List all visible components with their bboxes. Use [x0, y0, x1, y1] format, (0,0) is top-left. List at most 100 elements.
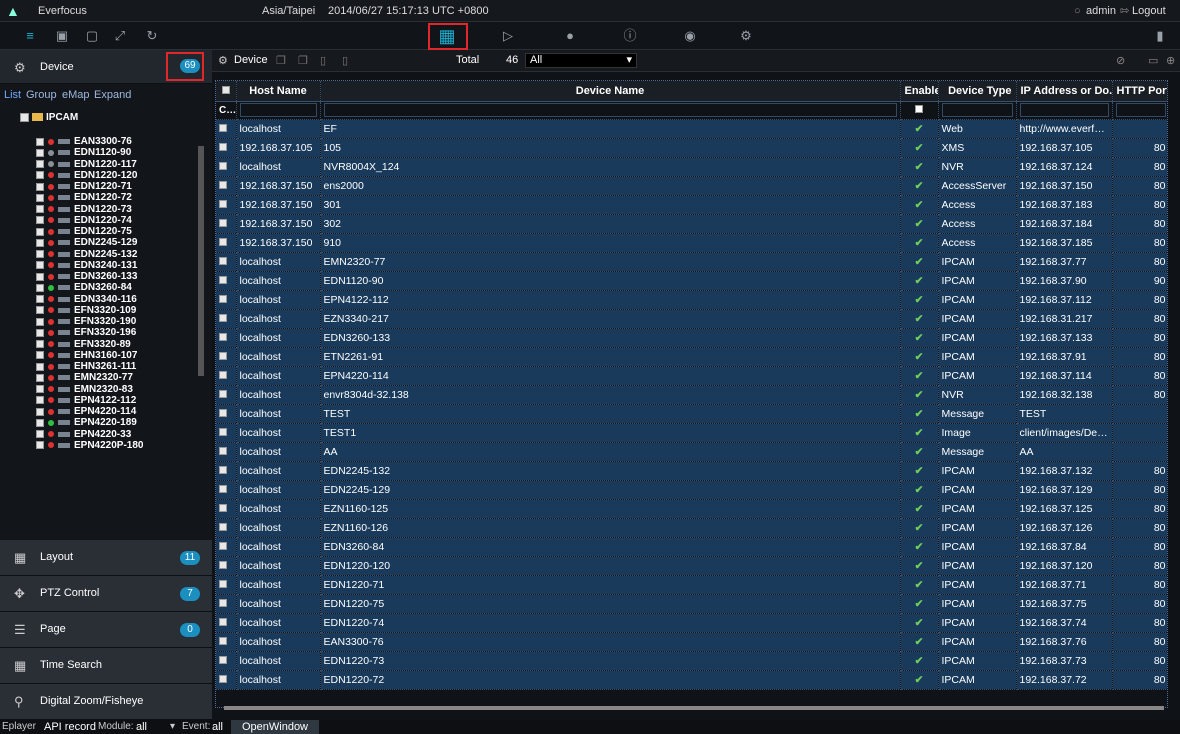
checkbox[interactable]: [36, 250, 44, 259]
checkbox[interactable]: [36, 441, 44, 450]
row-checkbox[interactable]: [216, 499, 237, 519]
tree-item[interactable]: EPN4220P-180: [36, 440, 196, 451]
tree-item[interactable]: EPN4220-33: [36, 429, 196, 440]
enable-check-icon[interactable]: ✔: [900, 366, 939, 386]
enable-check-icon[interactable]: ✔: [900, 670, 939, 690]
tree-item[interactable]: EDN3260-84: [36, 282, 196, 293]
toggle-icon[interactable]: ▮: [1150, 26, 1170, 46]
logout-link[interactable]: Logout: [1132, 0, 1166, 22]
tree-item[interactable]: EDN1220-74: [36, 215, 196, 226]
table-row[interactable]: 192.168.37.150 301 ✔ Access 192.168.37.183 80: [216, 195, 1167, 215]
table-row[interactable]: localhost EPN4122-112 ✔ IPCAM 192.168.37.112…: [216, 290, 1167, 310]
tree-item[interactable]: EPN4122-112: [36, 395, 196, 406]
checkbox[interactable]: [219, 522, 227, 531]
table-row[interactable]: localhost envr8304d-32.138 ✔ NVR 192.168.32.…: [216, 385, 1167, 405]
row-checkbox[interactable]: [216, 537, 237, 557]
row-checkbox[interactable]: [216, 594, 237, 614]
row-checkbox[interactable]: [216, 385, 237, 405]
checkbox[interactable]: [36, 430, 44, 439]
enable-check-icon[interactable]: ✔: [900, 632, 939, 652]
col-http-port[interactable]: HTTP Port: [1112, 81, 1167, 102]
checkbox[interactable]: [36, 182, 44, 191]
col-host-name[interactable]: Host Name: [236, 81, 321, 102]
row-checkbox[interactable]: [216, 233, 237, 253]
import-icon[interactable]: ▯: [320, 54, 326, 67]
copy-icon[interactable]: ❐: [276, 54, 286, 67]
filter-device-name[interactable]: [320, 101, 901, 120]
row-checkbox[interactable]: [216, 119, 237, 139]
playback-icon[interactable]: ▷: [498, 26, 518, 46]
tree-root-ipcam[interactable]: IPCAM: [20, 110, 78, 124]
add-icon[interactable]: ⊕: [1166, 54, 1175, 67]
checkbox[interactable]: [219, 408, 227, 417]
filter-ip-address[interactable]: [1016, 101, 1113, 120]
table-row[interactable]: localhost EAN3300-76 ✔ IPCAM 192.168.37.76 80: [216, 632, 1167, 652]
enable-check-icon[interactable]: ✔: [900, 233, 939, 253]
tab-expand[interactable]: Expand: [94, 89, 131, 101]
checkbox[interactable]: [36, 193, 44, 202]
checkbox[interactable]: [36, 205, 44, 214]
enable-check-icon[interactable]: ✔: [900, 385, 939, 405]
table-row[interactable]: localhost EDN2245-132 ✔ IPCAM 192.168.37.132…: [216, 461, 1167, 481]
checkbox[interactable]: [36, 148, 44, 157]
module-select[interactable]: all: [136, 721, 147, 733]
tree-item[interactable]: EDN1120-90: [36, 147, 196, 158]
checkbox[interactable]: [219, 180, 227, 189]
tab-group[interactable]: Group: [26, 89, 57, 101]
tree-item[interactable]: EMN2320-83: [36, 384, 196, 395]
target-icon[interactable]: ◉: [680, 26, 700, 46]
checkbox[interactable]: [219, 275, 227, 284]
enable-check-icon[interactable]: ✔: [900, 138, 939, 158]
row-checkbox[interactable]: [216, 138, 237, 158]
checkbox[interactable]: [36, 283, 44, 292]
filter-device-type[interactable]: [938, 101, 1017, 120]
checkbox[interactable]: [36, 238, 44, 247]
row-checkbox[interactable]: [216, 176, 237, 196]
menu-list-icon[interactable]: ≡: [20, 26, 40, 46]
row-checkbox[interactable]: [216, 670, 237, 690]
enable-check-icon[interactable]: ✔: [900, 404, 939, 424]
table-row[interactable]: localhost TEST ✔ Message TEST: [216, 404, 1167, 424]
checkbox[interactable]: [36, 396, 44, 405]
table-row[interactable]: 192.168.37.150 ens2000 ✔ AccessServer 192.16…: [216, 176, 1167, 196]
checkbox[interactable]: [219, 332, 227, 341]
row-checkbox[interactable]: [216, 632, 237, 652]
checkbox[interactable]: [219, 142, 227, 151]
table-row[interactable]: localhost AA ✔ Message AA: [216, 442, 1167, 462]
table-row[interactable]: localhost EDN3260-84 ✔ IPCAM 192.168.37.84 80: [216, 537, 1167, 557]
checkbox[interactable]: [36, 137, 44, 146]
checkbox[interactable]: [219, 313, 227, 322]
row-checkbox[interactable]: [216, 575, 237, 595]
page-section[interactable]: ☰ Page 0: [0, 612, 212, 648]
enable-check-icon[interactable]: ✔: [900, 195, 939, 215]
row-checkbox[interactable]: [216, 328, 237, 348]
enable-check-icon[interactable]: ✔: [900, 423, 939, 443]
checkbox[interactable]: [36, 317, 44, 326]
time-search-section[interactable]: ▦ Time Search: [0, 648, 212, 684]
checkbox[interactable]: [36, 272, 44, 281]
tree-item[interactable]: EFN3320-190: [36, 316, 196, 327]
table-row[interactable]: 192.168.37.150 910 ✔ Access 192.168.37.185 80: [216, 233, 1167, 253]
export-icon[interactable]: ▯: [342, 54, 348, 67]
col-enable[interactable]: Enable: [900, 81, 939, 102]
open-window-button[interactable]: OpenWindow: [231, 720, 319, 734]
enable-check-icon[interactable]: ✔: [900, 537, 939, 557]
table-row[interactable]: localhost EDN1220-73 ✔ IPCAM 192.168.37.73 80: [216, 651, 1167, 671]
enable-check-icon[interactable]: ✔: [900, 271, 939, 291]
checkbox[interactable]: [20, 112, 29, 122]
checkbox[interactable]: [219, 655, 227, 664]
checkbox[interactable]: [219, 465, 227, 474]
checkbox[interactable]: [36, 328, 44, 337]
filter-host-name[interactable]: [236, 101, 321, 120]
checkbox[interactable]: [219, 123, 227, 132]
row-checkbox[interactable]: [216, 366, 237, 386]
filter-http-port[interactable]: [1112, 101, 1167, 120]
tree-item[interactable]: EFN3320-89: [36, 339, 196, 350]
screen-icon[interactable]: ▢: [82, 26, 102, 46]
table-row[interactable]: localhost EDN1120-90 ✔ IPCAM 192.168.37.90 90: [216, 271, 1167, 291]
row-checkbox[interactable]: [216, 480, 237, 500]
checkbox[interactable]: [219, 351, 227, 360]
tree-item[interactable]: EDN3240-131: [36, 260, 196, 271]
info-icon[interactable]: ⓘ: [620, 26, 640, 46]
checkbox[interactable]: [36, 418, 44, 427]
